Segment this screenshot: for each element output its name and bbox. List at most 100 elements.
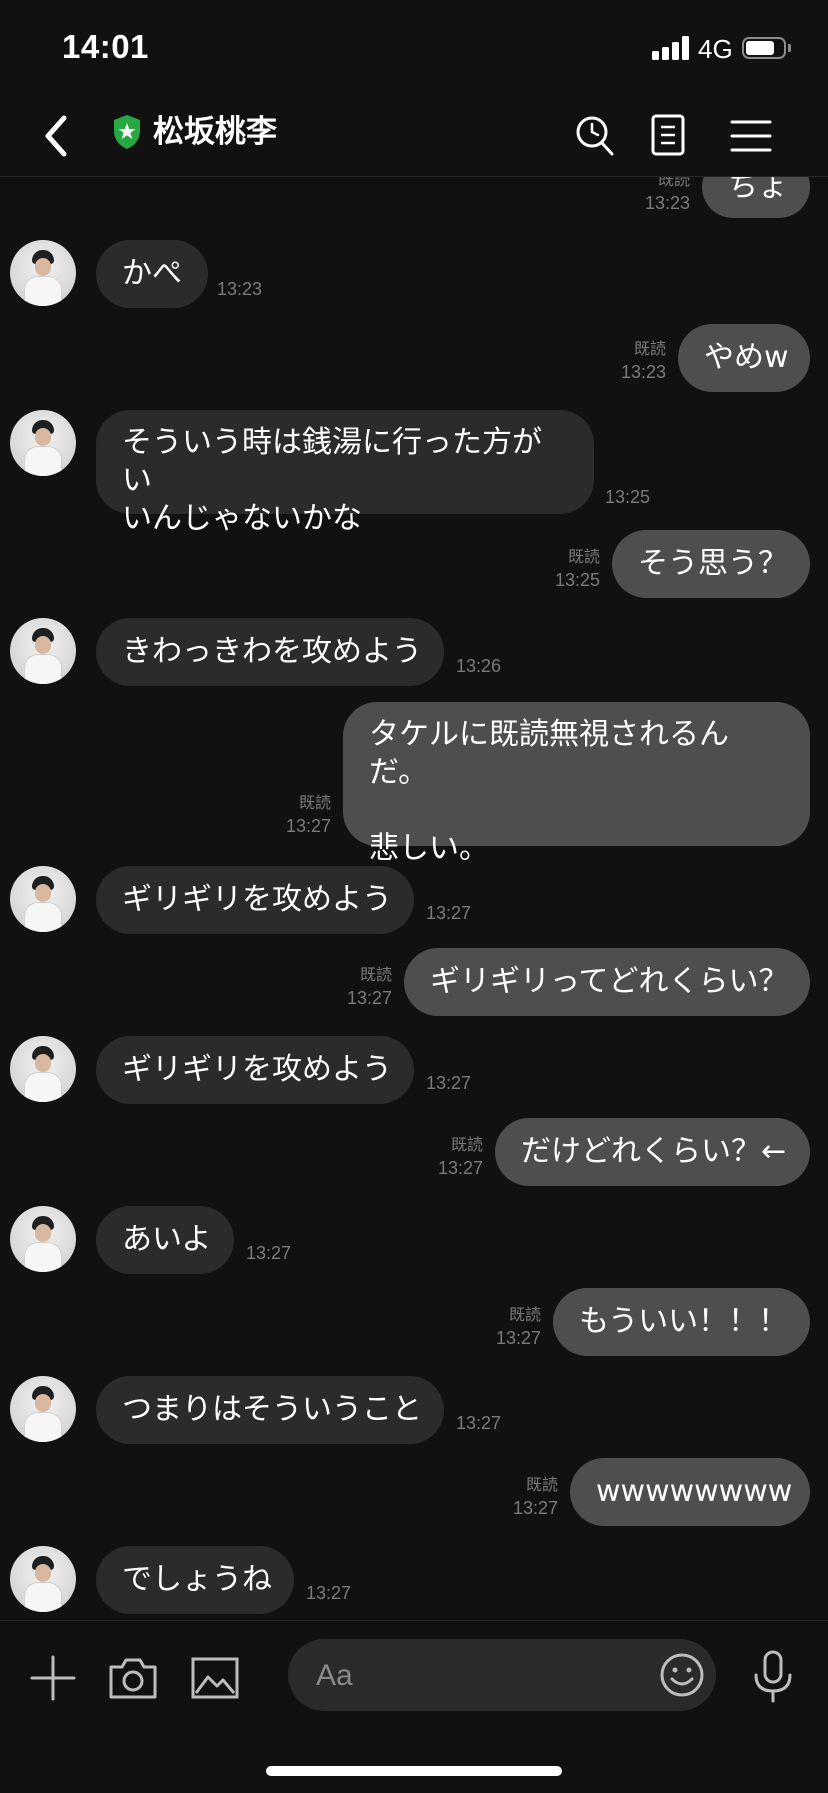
message-text: ギリギリを攻めよう	[122, 882, 392, 917]
message-time: 13:27	[285, 816, 331, 836]
contact-name[interactable]: 松坂桃李	[153, 112, 277, 152]
message-meta: 既読 13:27	[347, 965, 392, 1009]
message-bubble-outgoing[interactable]: だけどれくらい？←	[495, 1118, 810, 1186]
message-bubble-incoming[interactable]: きわっきわを攻めよう	[96, 618, 444, 686]
message-time: 13:27	[306, 1583, 352, 1603]
message-meta: 既読 13:27	[286, 793, 331, 837]
message-text: ギリギリを攻めよう	[122, 1052, 392, 1087]
read-receipt: 既読	[525, 1477, 558, 1494]
read-receipt: 既読	[508, 1307, 541, 1324]
message-text: もういい！！！	[579, 1304, 789, 1339]
status-time: 14:01	[62, 28, 149, 65]
battery-icon	[742, 37, 786, 59]
image-icon	[191, 1657, 239, 1699]
read-receipt: 既読	[567, 549, 600, 566]
message-meta: 既読 13:27	[438, 1135, 483, 1179]
message-text-line: そういう時は銭湯に行った方がい	[122, 425, 542, 498]
contact-avatar[interactable]	[10, 1036, 76, 1102]
status-bar: 14:01 4G	[0, 0, 828, 96]
message-meta: 既読 13:27	[513, 1475, 558, 1519]
message-time: 13:23	[217, 279, 263, 299]
contact-avatar[interactable]	[10, 1206, 76, 1272]
message-time: 13:25	[554, 570, 600, 590]
contact-avatar[interactable]	[10, 410, 76, 476]
contact-avatar[interactable]	[10, 618, 76, 684]
notes-icon	[651, 114, 685, 156]
message-text: やめw	[704, 340, 789, 375]
message-time: 13:27	[426, 1073, 472, 1093]
message-text: そう思う？	[638, 546, 788, 581]
menu-icon	[730, 120, 772, 152]
message-bubble-outgoing[interactable]: タケルに既読無視されるんだ。 悲しい。	[343, 702, 810, 866]
mic-icon	[754, 1650, 792, 1703]
menu-button[interactable]	[726, 110, 776, 162]
contact-avatar[interactable]	[10, 1376, 76, 1442]
message-bubble-incoming[interactable]: あいよ	[96, 1206, 234, 1274]
read-receipt: 既読	[657, 176, 690, 189]
message-text: ギリギリってどれくらい？	[430, 964, 789, 999]
message-text: ちょ	[728, 176, 788, 204]
notes-button[interactable]	[644, 110, 694, 162]
message-bubble-outgoing[interactable]: そう思う？	[612, 530, 810, 598]
message-meta: 既読 13:27	[496, 1305, 541, 1349]
message-bubble-outgoing[interactable]: やめw	[678, 324, 810, 392]
message-text: つまりはそういうこと	[122, 1392, 422, 1427]
message-bubble-incoming[interactable]: かぺ	[96, 240, 208, 308]
verified-shield-icon	[112, 114, 142, 150]
message-meta: 既読 13:25	[555, 547, 600, 591]
emoji-button[interactable]	[658, 1651, 706, 1699]
message-list[interactable]: ちょ 既読 13:23 かぺ 13:23 やめw 既読 13:23 そういう時は…	[0, 176, 828, 1620]
message-time: 13:25	[605, 487, 651, 507]
gallery-button[interactable]	[190, 1653, 240, 1703]
message-text: wwwwwwww	[596, 1474, 793, 1509]
message-text: かぺ	[122, 256, 182, 291]
camera-button[interactable]	[108, 1653, 158, 1703]
message-bubble-incoming[interactable]: でしょうね	[96, 1546, 294, 1614]
search-icon	[576, 116, 614, 156]
message-bubble-outgoing[interactable]: ギリギリってどれくらい？	[404, 948, 810, 1016]
back-button[interactable]	[36, 110, 80, 162]
search-button[interactable]	[570, 110, 620, 162]
message-bubble-incoming[interactable]: つまりはそういうこと	[96, 1376, 444, 1444]
read-receipt: 既読	[633, 341, 666, 358]
message-time: 13:27	[437, 1158, 483, 1178]
voice-button[interactable]	[748, 1649, 798, 1703]
message-text: きわっきわを攻めよう	[122, 634, 422, 669]
message-text: でしょうね	[122, 1562, 272, 1597]
message-meta: 既読 13:23	[621, 339, 666, 383]
message-time: 13:27	[426, 903, 472, 923]
read-receipt: 既読	[298, 795, 331, 812]
plus-icon	[30, 1655, 76, 1701]
message-bubble-outgoing[interactable]: wwwwwwww	[570, 1458, 810, 1526]
battery-tip	[788, 44, 791, 52]
message-bubble-incoming[interactable]: ギリギリを攻めよう	[96, 866, 414, 934]
chat-header: 松坂桃李	[0, 96, 828, 177]
emoji-icon	[660, 1653, 704, 1697]
message-meta: 既読 13:23	[645, 176, 690, 214]
message-text: だけどれくらい？←	[521, 1134, 787, 1169]
camera-icon	[109, 1658, 157, 1699]
message-bubble-outgoing[interactable]: もういい！！！	[553, 1288, 810, 1356]
message-field[interactable]	[288, 1639, 716, 1711]
message-bubble-incoming[interactable]: そういう時は銭湯に行った方がい いんじゃないかな	[96, 410, 594, 536]
message-time: 13:27	[346, 988, 392, 1008]
message-text-line: いんじゃないかな	[122, 501, 362, 536]
message-input[interactable]	[314, 1653, 618, 1699]
message-time: 13:27	[246, 1243, 292, 1263]
message-time: 13:23	[620, 362, 666, 382]
contact-avatar[interactable]	[10, 866, 76, 932]
home-indicator[interactable]	[266, 1766, 562, 1776]
add-button[interactable]	[28, 1653, 78, 1703]
message-time: 13:26	[456, 656, 502, 676]
contact-avatar[interactable]	[10, 240, 76, 306]
message-bubble-outgoing[interactable]: ちょ	[702, 176, 810, 218]
message-bubble-incoming[interactable]: ギリギリを攻めよう	[96, 1036, 414, 1104]
message-time: 13:27	[495, 1328, 541, 1348]
read-receipt: 既読	[450, 1137, 483, 1154]
cellular-signal-icon	[652, 36, 692, 60]
message-time: 13:23	[644, 193, 690, 213]
message-text: あいよ	[122, 1222, 212, 1257]
contact-avatar[interactable]	[10, 1546, 76, 1612]
read-receipt: 既読	[359, 967, 392, 984]
back-icon	[45, 115, 67, 157]
